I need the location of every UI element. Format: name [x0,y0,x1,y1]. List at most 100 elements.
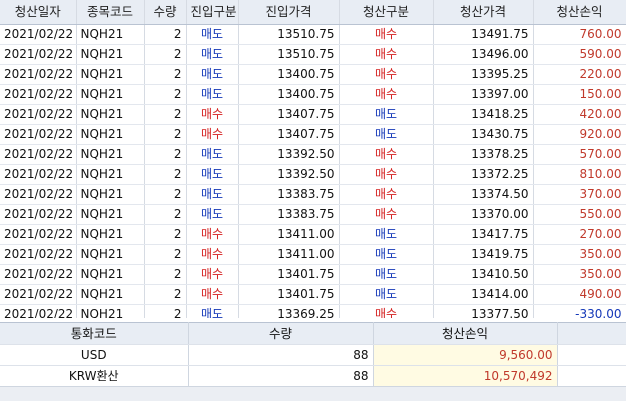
entry-side-cell: 매수 [186,244,239,265]
summary-header-quantity: 수량 [188,322,374,345]
exit-date-cell: 2021/02/22 [0,284,77,305]
column-header-exit-side[interactable]: 청산구분 [339,0,434,25]
exit-date-cell: 2021/02/22 [0,204,77,225]
summary-row-krw[interactable]: KRW환산 88 10,570,492 [0,365,626,387]
table-row[interactable]: 2021/02/22 NQH21 2 매수 13411.00 매도 13417.75 270.… [0,224,626,245]
table-row[interactable]: 2021/02/22 NQH21 2 매수 13407.75 매도 13418.25 420.… [0,104,626,125]
exit-side-cell: 매수 [339,84,434,105]
table-row[interactable]: 2021/02/22 NQH21 2 매수 13401.75 매도 13414.00 490.… [0,284,626,305]
quantity-cell: 2 [144,204,187,225]
table-row[interactable]: 2021/02/22 NQH21 2 매수 13411.00 매도 13419.75 350.… [0,244,626,265]
summary-table: 통화코드 수량 청산손익 USD 88 9,560.00 KRW환산 88 10… [0,322,626,387]
exit-side-cell: 매도 [339,224,434,245]
exit-price-cell: 13418.25 [433,104,534,125]
entry-price-cell: 13510.75 [238,24,340,45]
entry-side-cell: 매도 [186,144,239,165]
table-row[interactable]: 2021/02/22 NQH21 2 매도 13383.75 매수 13374.50 370.… [0,184,626,205]
table-row[interactable]: 2021/02/22 NQH21 2 매도 13400.75 매수 13397.00 150.… [0,84,626,105]
table-header-row: 청산일자 종목코드 수량 진입구분 진입가격 청산구분 청산가격 청산손익 [0,0,626,25]
column-header-symbol[interactable]: 종목코드 [76,0,145,25]
summary-header-currency: 통화코드 [0,322,189,345]
summary-spacer [557,344,626,366]
exit-date-cell: 2021/02/22 [0,224,77,245]
summary-currency: KRW환산 [0,365,189,387]
symbol-cell: NQH21 [76,264,145,285]
column-header-entry-side[interactable]: 진입구분 [186,0,239,25]
symbol-cell: NQH21 [76,184,145,205]
entry-side-cell: 매도 [186,44,239,65]
exit-date-cell: 2021/02/22 [0,144,77,165]
entry-price-cell: 13400.75 [238,84,340,105]
quantity-cell: 2 [144,164,187,185]
entry-price-cell: 13401.75 [238,264,340,285]
summary-currency: USD [0,344,189,366]
quantity-cell: 2 [144,184,187,205]
exit-price-cell: 13395.25 [433,64,534,85]
summary-quantity: 88 [188,365,374,387]
entry-price-cell: 13392.50 [238,164,340,185]
exit-date-cell: 2021/02/22 [0,64,77,85]
table-row[interactable]: 2021/02/22 NQH21 2 매도 13392.50 매수 13372.25 810.… [0,164,626,185]
pnl-cell: 270.00 [533,224,626,245]
symbol-cell: NQH21 [76,84,145,105]
horizontal-scrollbar[interactable] [0,386,626,401]
exit-date-cell: 2021/02/22 [0,84,77,105]
quantity-cell: 2 [144,124,187,145]
exit-price-cell: 13419.75 [433,244,534,265]
exit-side-cell: 매수 [339,164,434,185]
entry-price-cell: 13383.75 [238,184,340,205]
entry-side-cell: 매수 [186,224,239,245]
quantity-cell: 2 [144,24,187,45]
table-row[interactable]: 2021/02/22 NQH21 2 매수 13407.75 매도 13430.75 920.… [0,124,626,145]
table-row[interactable]: 2021/02/22 NQH21 2 매도 13510.75 매수 13496.00 590.… [0,44,626,65]
symbol-cell: NQH21 [76,244,145,265]
column-header-entry-price[interactable]: 진입가격 [238,0,340,25]
quantity-cell: 2 [144,224,187,245]
entry-side-cell: 매도 [186,164,239,185]
summary-spacer [557,365,626,387]
exit-price-cell: 13491.75 [433,24,534,45]
entry-price-cell: 13401.75 [238,284,340,305]
table-row[interactable]: 2021/02/22 NQH21 2 매수 13401.75 매도 13410.50 350.… [0,264,626,285]
quantity-cell: 2 [144,144,187,165]
pnl-cell: 550.00 [533,204,626,225]
summary-header-pnl: 청산손익 [373,322,558,345]
quantity-cell: 2 [144,284,187,305]
column-header-pnl[interactable]: 청산손익 [533,0,626,25]
table-row[interactable]: 2021/02/22 NQH21 2 매도 13510.75 매수 13491.75 760.… [0,24,626,45]
column-header-exit-price[interactable]: 청산가격 [433,0,534,25]
entry-side-cell: 매도 [186,64,239,85]
table-row[interactable]: 2021/02/22 NQH21 2 매도 13383.75 매수 13370.00 550.… [0,204,626,225]
exit-price-cell: 13410.50 [433,264,534,285]
entry-side-cell: 매수 [186,104,239,125]
quantity-cell: 2 [144,264,187,285]
table-row[interactable]: 2021/02/22 NQH21 2 매도 13400.75 매수 13395.25 220.… [0,64,626,85]
summary-row-usd[interactable]: USD 88 9,560.00 [0,344,626,366]
exit-price-cell: 13414.00 [433,284,534,305]
pnl-cell: 810.00 [533,164,626,185]
exit-date-cell: 2021/02/22 [0,184,77,205]
exit-side-cell: 매도 [339,264,434,285]
exit-side-cell: 매수 [339,184,434,205]
summary-quantity: 88 [188,344,374,366]
pnl-cell: 920.00 [533,124,626,145]
column-header-quantity[interactable]: 수량 [144,0,187,25]
quantity-cell: 2 [144,44,187,65]
exit-side-cell: 매도 [339,104,434,125]
pnl-cell: 150.00 [533,84,626,105]
pnl-cell: 350.00 [533,244,626,265]
symbol-cell: NQH21 [76,164,145,185]
exit-side-cell: 매수 [339,204,434,225]
symbol-cell: NQH21 [76,284,145,305]
symbol-cell: NQH21 [76,24,145,45]
table-row[interactable]: 2021/02/22 NQH21 2 매도 13392.50 매수 13378.25 570.… [0,144,626,165]
exit-price-cell: 13370.00 [433,204,534,225]
quantity-cell: 2 [144,64,187,85]
entry-side-cell: 매수 [186,284,239,305]
symbol-cell: NQH21 [76,64,145,85]
exit-date-cell: 2021/02/22 [0,24,77,45]
entry-side-cell: 매수 [186,124,239,145]
symbol-cell: NQH21 [76,224,145,245]
exit-side-cell: 매수 [339,64,434,85]
column-header-exit-date[interactable]: 청산일자 [0,0,77,25]
